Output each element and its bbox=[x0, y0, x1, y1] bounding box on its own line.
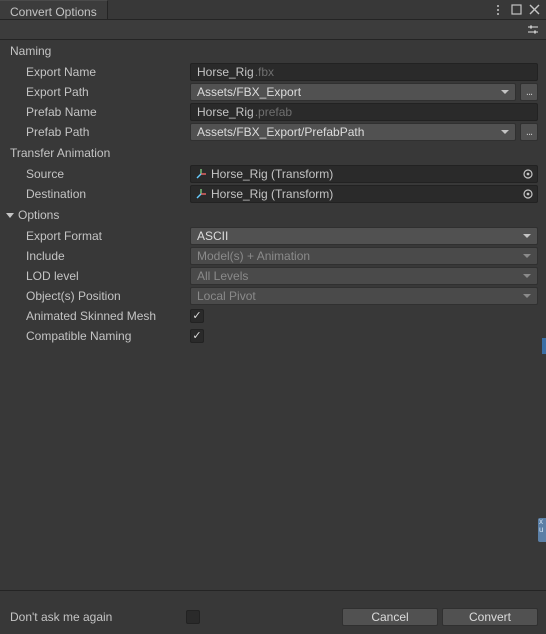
toolbar bbox=[0, 20, 546, 40]
export-name-input[interactable]: Horse_Rig.fbx bbox=[190, 63, 538, 81]
row-source: Source Horse_Rig (Transform) bbox=[0, 164, 546, 184]
convert-button-label: Convert bbox=[469, 610, 511, 624]
section-naming-header: Naming bbox=[0, 40, 546, 62]
row-export-name: Export Name Horse_Rig.fbx bbox=[0, 62, 546, 82]
row-prefab-name: Prefab Name Horse_Rig.prefab bbox=[0, 102, 546, 122]
prefab-path-value: Assets/FBX_Export/PrefabPath bbox=[197, 125, 364, 139]
export-format-dropdown[interactable]: ASCII bbox=[190, 227, 538, 245]
section-transfer-header: Transfer Animation bbox=[0, 142, 546, 164]
objpos-value: Local Pivot bbox=[197, 289, 256, 303]
object-picker-icon[interactable] bbox=[521, 167, 535, 181]
lod-dropdown[interactable]: All Levels bbox=[190, 267, 538, 285]
destination-value: Horse_Rig (Transform) bbox=[211, 187, 333, 201]
cancel-button[interactable]: Cancel bbox=[342, 608, 438, 626]
export-path-browse-button[interactable]: ... bbox=[520, 83, 538, 101]
row-object-position: Object(s) Position Local Pivot bbox=[0, 286, 546, 306]
export-format-value: ASCII bbox=[197, 229, 228, 243]
ellipsis-icon: ... bbox=[526, 86, 532, 98]
options-header-label: Options bbox=[18, 208, 59, 222]
prefab-path-dropdown[interactable]: Assets/FBX_Export/PrefabPath bbox=[190, 123, 516, 141]
close-icon[interactable] bbox=[526, 2, 542, 18]
ellipsis-icon: ... bbox=[526, 126, 532, 138]
compat-naming-checkbox[interactable] bbox=[190, 329, 204, 343]
title-bar: Convert Options bbox=[0, 0, 546, 20]
export-path-dropdown[interactable]: Assets/FBX_Export bbox=[190, 83, 516, 101]
prefab-name-suffix: .prefab bbox=[255, 105, 292, 119]
include-label: Include bbox=[26, 249, 186, 263]
prefab-name-value: Horse_Rig bbox=[197, 105, 254, 119]
destination-label: Destination bbox=[26, 187, 186, 201]
row-destination: Destination Horse_Rig (Transform) bbox=[0, 184, 546, 204]
kebab-menu-icon[interactable] bbox=[490, 2, 506, 18]
row-lod: LOD level All Levels bbox=[0, 266, 546, 286]
source-label: Source bbox=[26, 167, 186, 181]
window-tab-label: Convert Options bbox=[10, 5, 97, 19]
dont-ask-label: Don't ask me again bbox=[10, 610, 186, 624]
cancel-button-label: Cancel bbox=[371, 610, 408, 624]
row-compat-naming: Compatible Naming bbox=[0, 326, 546, 346]
maximize-icon[interactable] bbox=[508, 2, 524, 18]
export-format-label: Export Format bbox=[26, 229, 186, 243]
source-value: Horse_Rig (Transform) bbox=[211, 167, 333, 181]
row-include: Include Model(s) + Animation bbox=[0, 246, 546, 266]
lod-value: All Levels bbox=[197, 269, 248, 283]
panel-body: Naming Export Name Horse_Rig.fbx Export … bbox=[0, 40, 546, 346]
object-picker-icon[interactable] bbox=[521, 187, 535, 201]
prefab-name-label: Prefab Name bbox=[26, 105, 186, 119]
include-dropdown[interactable]: Model(s) + Animation bbox=[190, 247, 538, 265]
foldout-arrow-icon bbox=[6, 213, 14, 218]
export-path-label: Export Path bbox=[26, 85, 186, 99]
transform-icon bbox=[195, 188, 207, 200]
prefab-path-label: Prefab Path bbox=[26, 125, 186, 139]
convert-button[interactable]: Convert bbox=[442, 608, 538, 626]
footer: Don't ask me again Cancel Convert bbox=[0, 590, 546, 634]
scroll-handle[interactable] bbox=[542, 338, 546, 354]
row-prefab-path: Prefab Path Assets/FBX_Export/PrefabPath… bbox=[0, 122, 546, 142]
row-anim-skinned: Animated Skinned Mesh bbox=[0, 306, 546, 326]
prefab-name-input[interactable]: Horse_Rig.prefab bbox=[190, 103, 538, 121]
include-value: Model(s) + Animation bbox=[197, 249, 310, 263]
anim-skinned-label: Animated Skinned Mesh bbox=[26, 309, 186, 323]
source-object-field[interactable]: Horse_Rig (Transform) bbox=[190, 165, 538, 183]
settings-icon[interactable] bbox=[526, 23, 540, 37]
export-name-value: Horse_Rig bbox=[197, 65, 254, 79]
dont-ask-checkbox[interactable] bbox=[186, 610, 200, 624]
row-export-path: Export Path Assets/FBX_Export ... bbox=[0, 82, 546, 102]
anim-skinned-checkbox[interactable] bbox=[190, 309, 204, 323]
docked-tab-fragment: xu bbox=[538, 518, 546, 542]
objpos-dropdown[interactable]: Local Pivot bbox=[190, 287, 538, 305]
window-controls bbox=[490, 0, 546, 19]
prefab-path-browse-button[interactable]: ... bbox=[520, 123, 538, 141]
window-tab[interactable]: Convert Options bbox=[0, 0, 108, 19]
compat-naming-label: Compatible Naming bbox=[26, 329, 186, 343]
section-options-header[interactable]: Options bbox=[0, 204, 546, 226]
objpos-label: Object(s) Position bbox=[26, 289, 186, 303]
export-name-suffix: .fbx bbox=[255, 65, 274, 79]
row-export-format: Export Format ASCII bbox=[0, 226, 546, 246]
export-path-value: Assets/FBX_Export bbox=[197, 85, 301, 99]
transform-icon bbox=[195, 168, 207, 180]
destination-object-field[interactable]: Horse_Rig (Transform) bbox=[190, 185, 538, 203]
export-name-label: Export Name bbox=[26, 65, 186, 79]
lod-label: LOD level bbox=[26, 269, 186, 283]
